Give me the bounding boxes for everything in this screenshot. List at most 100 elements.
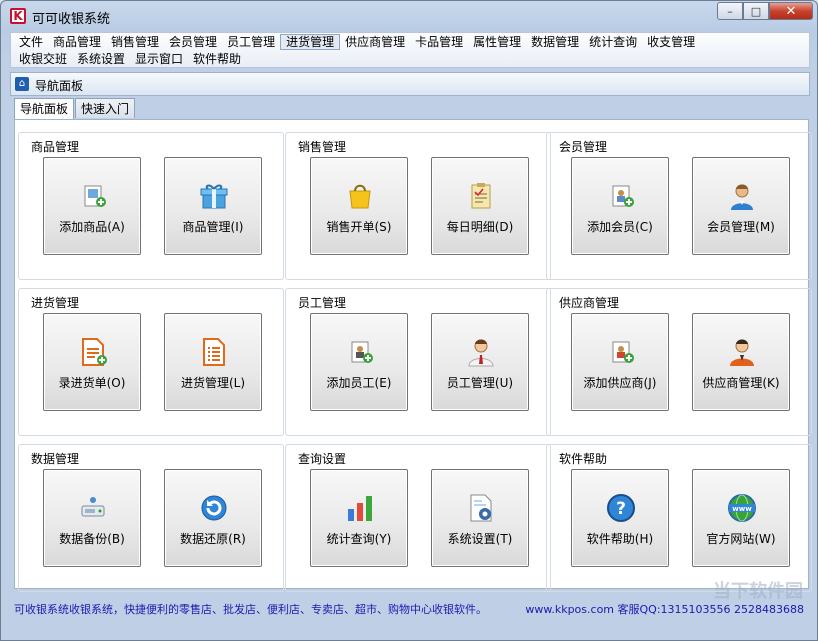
document-list-icon bbox=[198, 336, 230, 368]
svg-text:?: ? bbox=[616, 499, 626, 519]
tile-button[interactable]: 添加供应商(J) bbox=[571, 313, 669, 411]
group-6: 数据管理数据备份(B) 数据还原(R) bbox=[18, 444, 284, 592]
menu-item[interactable]: 收支管理 bbox=[642, 34, 700, 50]
menu-item[interactable]: 文件 bbox=[14, 34, 48, 50]
status-bar: 可收银系统收银系统，快捷便利的零售店、批发店、便利店、专卖店、超市、购物中心收银… bbox=[10, 598, 810, 618]
group-title: 数据管理 bbox=[31, 452, 80, 466]
menu-item[interactable]: 属性管理 bbox=[468, 34, 526, 50]
menu-item[interactable]: 系统设置 bbox=[72, 51, 130, 67]
title-bar[interactable]: K 可可收银系统 – □ ✕ bbox=[1, 1, 817, 31]
tile-label: 会员管理(M) bbox=[707, 220, 775, 234]
menu-item[interactable]: 商品管理 bbox=[48, 34, 106, 50]
tile-label: 统计查询(Y) bbox=[326, 532, 392, 546]
menu-item[interactable]: 供应商管理 bbox=[340, 34, 410, 50]
tile-label: 系统设置(T) bbox=[447, 532, 513, 546]
menu-item[interactable]: 显示窗口 bbox=[130, 51, 188, 67]
tile-button[interactable]: 会员管理(M) bbox=[692, 157, 790, 255]
tile-label: 官方网站(W) bbox=[706, 532, 776, 546]
group-title: 进货管理 bbox=[31, 296, 80, 310]
shopping-bag-icon bbox=[344, 180, 376, 212]
add-employee-icon bbox=[344, 336, 376, 368]
status-slogan: 可收银系统收银系统，快捷便利的零售店、批发店、便利店、专卖店、超市、购物中心收银… bbox=[14, 603, 487, 616]
add-document-icon bbox=[77, 336, 109, 368]
tile-button[interactable]: 数据备份(B) bbox=[43, 469, 141, 567]
group-8: 软件帮助? 软件帮助(H) www 官方网站(W) bbox=[546, 444, 812, 592]
menu-item[interactable]: 软件帮助 bbox=[188, 51, 246, 67]
group-title: 供应商管理 bbox=[559, 296, 620, 310]
menu-item[interactable]: 数据管理 bbox=[526, 34, 584, 50]
menu-item[interactable]: 统计查询 bbox=[584, 34, 642, 50]
tile-label: 添加会员(C) bbox=[587, 220, 653, 234]
employee-person-icon bbox=[465, 336, 497, 368]
add-supplier-icon bbox=[605, 336, 637, 368]
tile-label: 软件帮助(H) bbox=[586, 532, 654, 546]
tile-button[interactable]: 销售开单(S) bbox=[310, 157, 408, 255]
group-5: 供应商管理添加供应商(J) 供应商管理(K) bbox=[546, 288, 812, 436]
app-logo-icon: K bbox=[10, 8, 26, 24]
tile-label: 数据还原(R) bbox=[180, 532, 246, 546]
app-window: K 可可收银系统 – □ ✕ 文件 商品管理 销售管理 会员管理 员工管理 进货管理 供应商… bbox=[0, 0, 818, 641]
tab-strip: 导航面板 快速入门 bbox=[14, 98, 136, 120]
tile-label: 数据备份(B) bbox=[59, 532, 125, 546]
tile-button[interactable]: 添加商品(A) bbox=[43, 157, 141, 255]
minimize-button[interactable]: – bbox=[717, 2, 743, 20]
home-icon: ⌂ bbox=[15, 77, 29, 91]
tile-button[interactable]: 系统设置(T) bbox=[431, 469, 529, 567]
gift-box-icon bbox=[198, 180, 230, 212]
group-2: 会员管理添加会员(C) 会员管理(M) bbox=[546, 132, 812, 280]
tab-quick-start[interactable]: 快速入门 bbox=[75, 98, 136, 118]
group-title: 查询设置 bbox=[298, 452, 347, 466]
tile-label: 添加商品(A) bbox=[59, 220, 125, 234]
group-3: 进货管理录进货单(O) 进货管理(L) bbox=[18, 288, 284, 436]
menu-item[interactable]: 会员管理 bbox=[164, 34, 222, 50]
group-title: 软件帮助 bbox=[559, 452, 608, 466]
clipboard-icon bbox=[465, 180, 497, 212]
menu-bar: 文件 商品管理 销售管理 会员管理 员工管理 进货管理 供应商管理 卡品管理 属性管理 数据管理统… bbox=[10, 32, 810, 68]
menu-item[interactable]: 收银交班 bbox=[14, 51, 72, 67]
menu-item[interactable]: 员工管理 bbox=[222, 34, 280, 50]
watermark-text: 当下软件园 bbox=[713, 581, 803, 602]
tile-button[interactable]: 每日明细(D) bbox=[431, 157, 529, 255]
close-button[interactable]: ✕ bbox=[769, 2, 813, 20]
menu-item[interactable]: 销售管理 bbox=[106, 34, 164, 50]
navigation-content: 商品管理添加商品(A) 商品管理(I) 销售管理销售开单(S) 每日明细(D) 会员管理… bbox=[14, 119, 812, 592]
group-0: 商品管理添加商品(A) 商品管理(I) bbox=[18, 132, 284, 280]
maximize-button[interactable]: □ bbox=[743, 2, 769, 20]
group-1: 销售管理销售开单(S) 每日明细(D) bbox=[285, 132, 551, 280]
menu-item[interactable]: 进货管理 bbox=[280, 34, 341, 50]
help-icon: ? bbox=[605, 492, 637, 524]
tile-button[interactable]: 添加会员(C) bbox=[571, 157, 669, 255]
tile-label: 商品管理(I) bbox=[182, 220, 244, 234]
tile-button[interactable]: 进货管理(L) bbox=[164, 313, 262, 411]
tile-button[interactable]: 数据还原(R) bbox=[164, 469, 262, 567]
tile-button[interactable]: ? 软件帮助(H) bbox=[571, 469, 669, 567]
website-globe-icon: www bbox=[726, 492, 758, 524]
tile-button[interactable]: 录进货单(O) bbox=[43, 313, 141, 411]
panel-title: 导航面板 bbox=[35, 79, 84, 93]
tile-button[interactable]: 商品管理(I) bbox=[164, 157, 262, 255]
menu-row-2: 收银交班 系统设置 显示窗口 软件帮助 bbox=[14, 51, 246, 67]
menu-item[interactable]: 卡品管理 bbox=[410, 34, 468, 50]
group-title: 会员管理 bbox=[559, 140, 608, 154]
tile-button[interactable]: 统计查询(Y) bbox=[310, 469, 408, 567]
tile-button[interactable]: 供应商管理(K) bbox=[692, 313, 790, 411]
group-title: 销售管理 bbox=[298, 140, 347, 154]
restore-icon bbox=[198, 492, 230, 524]
svg-text:www: www bbox=[732, 505, 752, 513]
tile-label: 供应商管理(K) bbox=[702, 376, 780, 390]
tile-label: 销售开单(S) bbox=[326, 220, 392, 234]
tile-label: 每日明细(D) bbox=[446, 220, 514, 234]
group-title: 商品管理 bbox=[31, 140, 80, 154]
tile-label: 添加员工(E) bbox=[326, 376, 392, 390]
tile-button[interactable]: 添加员工(E) bbox=[310, 313, 408, 411]
tab-navigation-panel[interactable]: 导航面板 bbox=[14, 98, 75, 120]
tile-button[interactable]: www 官方网站(W) bbox=[692, 469, 790, 567]
tile-button[interactable]: 员工管理(U) bbox=[431, 313, 529, 411]
window-title: 可可收银系统 bbox=[32, 12, 111, 27]
add-member-icon bbox=[605, 180, 637, 212]
tile-label: 员工管理(U) bbox=[446, 376, 514, 390]
group-title: 员工管理 bbox=[298, 296, 347, 310]
settings-document-icon bbox=[465, 492, 497, 524]
window-controls: – □ ✕ bbox=[717, 2, 813, 22]
bar-chart-icon bbox=[344, 492, 376, 524]
